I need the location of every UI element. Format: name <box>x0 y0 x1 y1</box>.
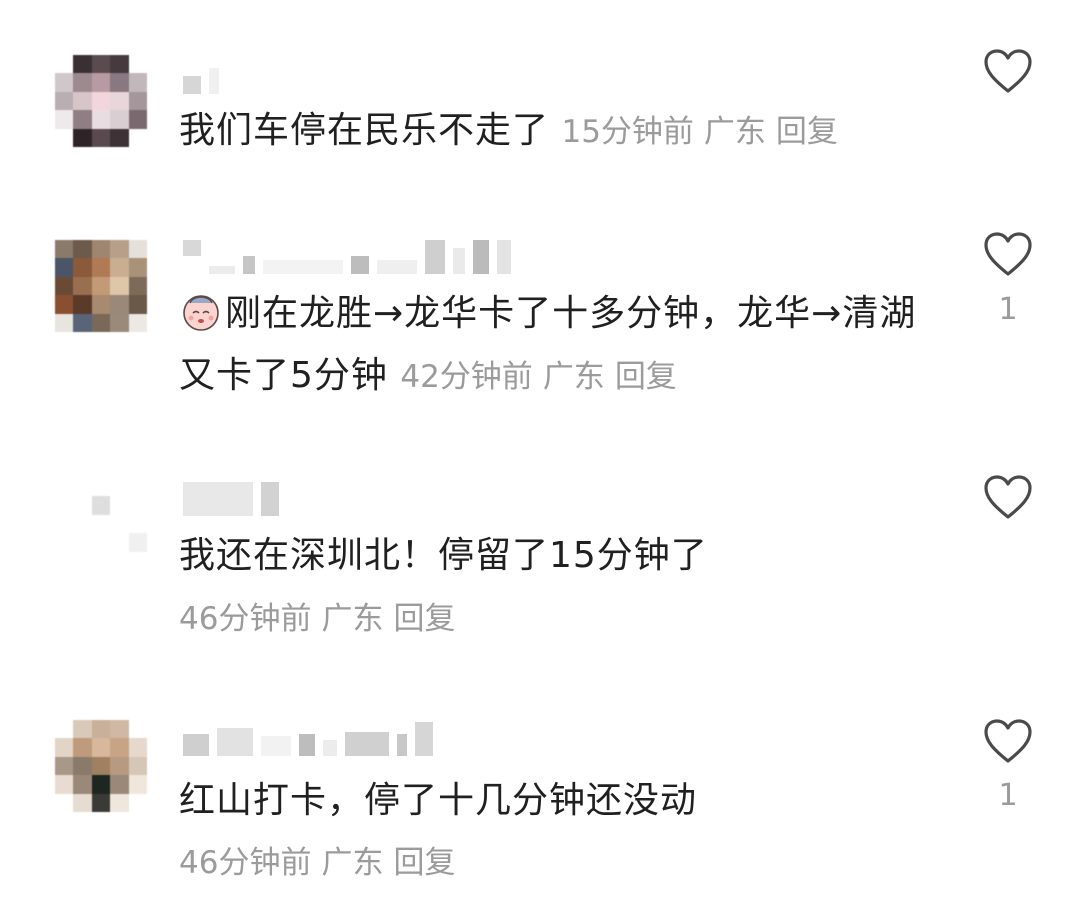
reply-button[interactable]: 回复 <box>393 601 455 637</box>
comment-time: 46分钟前 <box>179 845 312 881</box>
avatar[interactable] <box>55 478 147 570</box>
comment-location: 广东 <box>321 601 384 637</box>
like-count: 1 <box>998 778 1018 813</box>
heart-outline-icon[interactable] <box>983 231 1033 277</box>
comment-location: 广东 <box>542 359 605 395</box>
comment-time: 15分钟前 <box>561 114 694 150</box>
avatar[interactable] <box>55 240 147 332</box>
comment-text: 我们车停在民乐不走了 <box>179 110 550 151</box>
username-blurred[interactable] <box>183 482 279 516</box>
comment-location: 广东 <box>321 845 384 881</box>
comment-meta: 15分钟前 广东 回复 <box>561 114 837 150</box>
comment-location: 广东 <box>703 114 766 150</box>
comment-meta: 46分钟前 广东 回复 <box>179 843 455 883</box>
heart-outline-icon[interactable] <box>983 48 1033 94</box>
avatar[interactable] <box>55 55 147 147</box>
username-blurred[interactable] <box>183 60 219 94</box>
reply-button[interactable]: 回复 <box>393 845 455 881</box>
heart-outline-icon[interactable] <box>983 474 1033 520</box>
comment-meta: 42分钟前 广东 回复 <box>400 359 676 395</box>
comment-text: 我还在深圳北！停留了15分钟了 <box>179 535 708 576</box>
heart-outline-icon[interactable] <box>983 718 1033 764</box>
avatar[interactable] <box>55 720 147 812</box>
comment-time: 42分钟前 <box>400 359 533 395</box>
sleepy-face-emoji-icon <box>183 295 219 331</box>
reply-button[interactable]: 回复 <box>776 114 838 150</box>
comment-text-block: 我还在深圳北！停留了15分钟了 <box>179 525 939 587</box>
like-count: 1 <box>998 292 1018 327</box>
comment-time: 46分钟前 <box>179 601 312 637</box>
comment-text-block: 红山打卡，停了十几分钟还没动 <box>179 770 939 832</box>
comment-text: 红山打卡，停了十几分钟还没动 <box>179 780 698 821</box>
comment-text-block: 我们车停在民乐不走了 15分钟前 广东 回复 <box>179 100 939 163</box>
reply-button[interactable]: 回复 <box>615 359 677 395</box>
username-blurred[interactable] <box>183 722 433 756</box>
comment-meta: 46分钟前 广东 回复 <box>179 599 455 639</box>
username-blurred[interactable] <box>183 240 511 274</box>
comment-text-block: 刚在龙胜→龙华卡了十多分钟，龙华→清湖又卡了5分钟 42分钟前 广东 回复 <box>179 283 939 408</box>
